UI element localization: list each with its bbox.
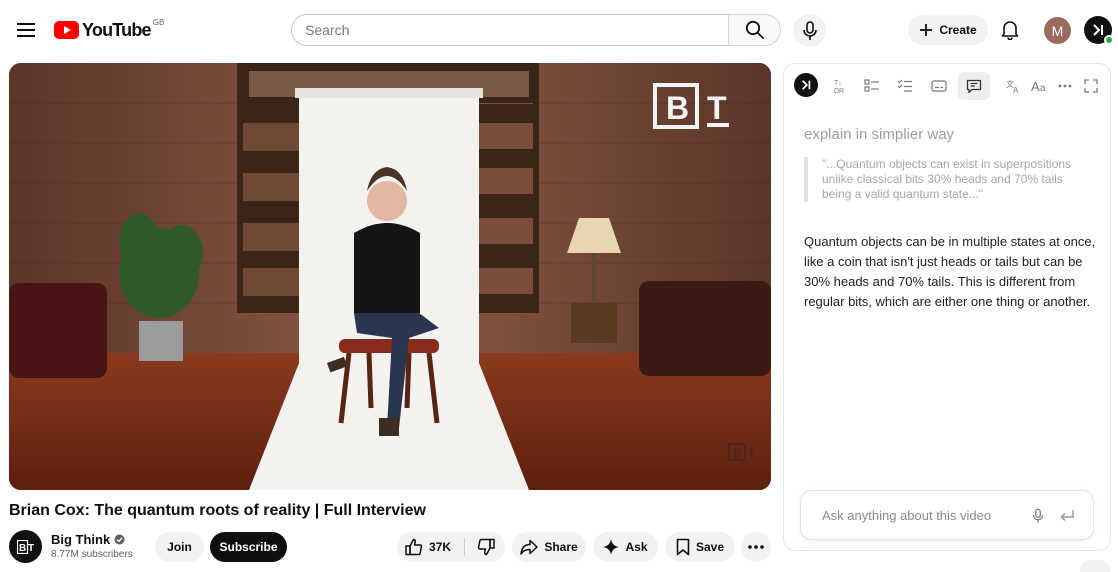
share-icon	[520, 539, 539, 555]
sparkle-icon	[603, 539, 620, 555]
share-label: Share	[544, 540, 578, 554]
panel-more-button[interactable]	[1051, 72, 1079, 100]
svg-text:T: T	[748, 446, 756, 460]
more-horizontal-icon	[1058, 84, 1072, 88]
save-label: Save	[695, 540, 725, 554]
subscribe-button[interactable]: Subscribe	[210, 532, 287, 562]
channel-name[interactable]: Big Think	[51, 532, 125, 547]
svg-text:B: B	[733, 446, 742, 460]
search-button[interactable]	[728, 14, 781, 46]
search-input[interactable]	[305, 22, 729, 38]
subscriber-count: 8.77M subscribers	[51, 549, 133, 560]
send-button[interactable]	[1057, 506, 1077, 526]
video-player[interactable]: B T B T	[9, 63, 771, 490]
bookmark-icon	[676, 538, 690, 556]
language-icon: 文A	[1006, 79, 1019, 94]
translate-dr-icon: T↓DR	[834, 80, 844, 94]
channel-avatar[interactable]: BT	[9, 530, 42, 563]
panel-toolbar: T↓ DR 文A Aa	[784, 64, 1110, 108]
voice-search-button[interactable]	[793, 14, 826, 47]
summary-list-icon	[864, 79, 879, 92]
more-actions-button[interactable]	[741, 532, 771, 562]
search-icon	[745, 20, 764, 39]
svg-text:A: A	[1031, 79, 1040, 93]
fullscreen-button[interactable]	[1077, 72, 1105, 100]
ask-input-box	[800, 490, 1094, 540]
enter-arrow-icon	[1060, 510, 1074, 521]
font-size-button[interactable]: Aa	[1026, 72, 1054, 100]
microphone-icon	[1032, 508, 1044, 523]
svg-text:T↓: T↓	[834, 80, 842, 87]
hamburger-icon	[17, 23, 35, 37]
svg-text:DR: DR	[834, 88, 844, 94]
language-button[interactable]: 文A	[1000, 72, 1028, 100]
video-frame: B T B T	[9, 63, 771, 490]
chat-button[interactable]	[958, 72, 990, 100]
ask-input[interactable]	[822, 507, 1012, 523]
svg-text:A: A	[1013, 86, 1019, 94]
youtube-logo[interactable]: YouTube GB	[54, 18, 164, 42]
bell-icon	[1001, 21, 1019, 40]
big-think-logo-icon: BT	[16, 539, 34, 554]
ai-side-panel: T↓ DR 文A Aa explain in simplier way "...Q…	[783, 63, 1111, 551]
ask-label: Ask	[625, 540, 648, 554]
region-code: GB	[152, 17, 165, 27]
plus-icon	[920, 24, 933, 36]
user-prompt: explain in simplier way	[804, 126, 955, 143]
like-count: 37K	[429, 540, 452, 554]
top-bar: YouTube GB Create M	[0, 0, 1118, 60]
checklist-icon	[897, 79, 912, 92]
ask-voice-button[interactable]	[1028, 506, 1048, 526]
translate-button[interactable]: T↓ DR	[827, 72, 855, 100]
font-size-icon: Aa	[1031, 79, 1046, 93]
svg-text:B: B	[666, 90, 689, 126]
thumbs-up-icon	[405, 538, 423, 556]
ask-button[interactable]: Ask	[593, 532, 658, 562]
logo-text: YouTube	[82, 19, 152, 40]
scroll-handle[interactable]	[1080, 560, 1110, 572]
captions-icon	[931, 80, 947, 92]
save-button[interactable]: Save	[665, 532, 735, 562]
svg-text:T: T	[28, 543, 34, 554]
join-label: Join	[167, 540, 192, 554]
join-button[interactable]: Join	[155, 532, 204, 562]
more-horizontal-icon	[748, 545, 764, 549]
subscribe-label: Subscribe	[219, 540, 278, 554]
ai-answer: Quantum objects can be in multiple state…	[804, 234, 1096, 309]
online-status-dot	[1104, 35, 1114, 45]
captions-button[interactable]	[925, 72, 953, 100]
video-title: Brian Cox: The quantum roots of reality …	[9, 502, 426, 519]
user-avatar[interactable]: M	[1044, 17, 1071, 44]
extension-logo-icon	[1093, 24, 1103, 36]
thumbs-down-icon	[477, 538, 495, 556]
search-box	[291, 14, 729, 46]
menu-button[interactable]	[10, 14, 42, 46]
create-button[interactable]: Create	[908, 15, 988, 45]
dislike-button[interactable]	[466, 532, 505, 562]
svg-text:B: B	[19, 543, 26, 554]
chat-icon	[966, 79, 982, 93]
youtube-play-icon	[54, 21, 79, 39]
quoted-transcript: "...Quantum objects can exist in superpo…	[804, 157, 1079, 202]
summary-button[interactable]	[858, 72, 886, 100]
like-divider	[464, 538, 465, 556]
microphone-icon	[802, 20, 817, 40]
share-button[interactable]: Share	[512, 532, 586, 562]
fullscreen-icon	[1084, 79, 1098, 93]
channel-name-text: Big Think	[51, 532, 111, 547]
notifications-button[interactable]	[996, 16, 1024, 44]
extension-logo-icon	[801, 80, 811, 90]
panel-logo-button[interactable]	[794, 73, 818, 97]
checklist-button[interactable]	[891, 72, 919, 100]
create-label: Create	[939, 23, 977, 37]
verified-icon	[114, 534, 125, 545]
svg-text:T: T	[707, 90, 727, 126]
svg-text:a: a	[1040, 83, 1046, 93]
